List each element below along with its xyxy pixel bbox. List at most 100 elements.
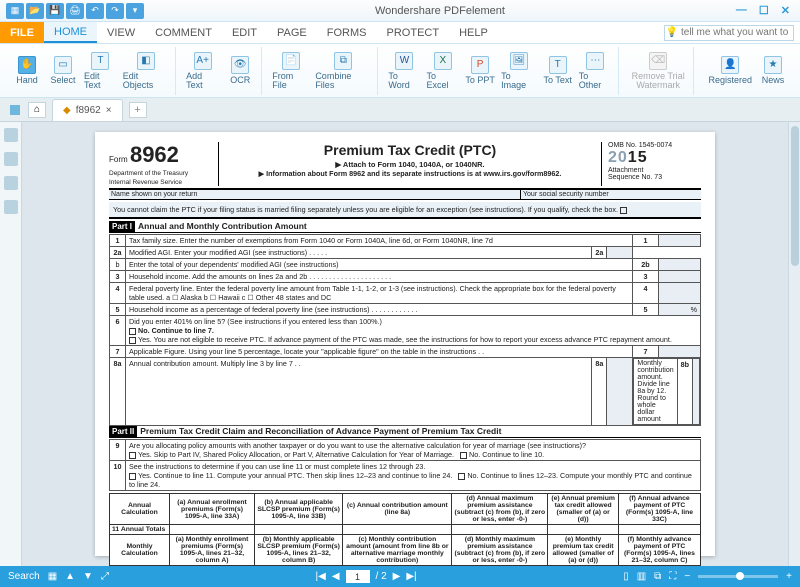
next-page-button[interactable]: ▶ [393, 571, 401, 582]
tab-edit[interactable]: EDIT [222, 22, 267, 43]
line7-box[interactable] [658, 346, 700, 358]
close-tab-icon[interactable]: × [106, 105, 112, 116]
combine-files-button[interactable]: ⧉Combine Files [315, 52, 371, 90]
registered-button[interactable]: 👤Registered [708, 56, 752, 85]
line2b-text: Enter the total of your dependents' modi… [126, 259, 633, 271]
to-excel-button[interactable]: XTo Excel [426, 52, 459, 90]
from-file-button[interactable]: 📄From File [272, 52, 309, 90]
line5-box[interactable]: % [658, 304, 700, 316]
qat-redo-icon[interactable]: ↷ [106, 3, 124, 19]
zoom-out-button[interactable]: − [684, 571, 690, 582]
nav-expand-icon[interactable]: ⤢ [101, 571, 109, 582]
scrollbar-thumb[interactable] [791, 126, 799, 266]
line2b-box[interactable] [658, 259, 700, 271]
cell-11b[interactable] [255, 525, 343, 535]
nav-down-icon[interactable]: ▼ [83, 571, 93, 582]
tab-view[interactable]: VIEW [97, 22, 145, 43]
col-c: (c) Annual contribution amount (line 8a) [343, 494, 452, 525]
zoom-slider-handle[interactable] [736, 572, 744, 580]
view-single-icon[interactable]: ▯ [623, 571, 629, 582]
to-ppt-button[interactable]: PTo PPT [465, 56, 495, 85]
remove-watermark-button[interactable]: ⌫Remove Trial Watermark [629, 52, 688, 90]
cell-11f[interactable] [618, 525, 700, 535]
line3-box[interactable] [658, 271, 700, 283]
thumbnails-icon[interactable] [4, 128, 18, 142]
qat-more-icon[interactable]: ▾ [126, 3, 144, 19]
tell-me-input[interactable] [664, 25, 794, 41]
tab-comment[interactable]: COMMENT [145, 22, 222, 43]
registered-label: Registered [708, 76, 752, 85]
attachments-icon[interactable] [4, 200, 18, 214]
to-text-button[interactable]: TTo Text [543, 56, 573, 85]
maximize-button[interactable]: ☐ [759, 4, 769, 17]
page-canvas[interactable]: Form 8962 Department of the Treasury Int… [22, 122, 788, 566]
line8b-text: Monthly contribution amount. Divide line… [634, 359, 677, 425]
nav-grid-icon[interactable]: ▦ [48, 571, 57, 582]
document-tab[interactable]: ◆ f8962 × [52, 99, 123, 121]
col-a: (a) Annual enrollment premiums (Form(s) … [170, 494, 255, 525]
page-number-input[interactable] [346, 570, 370, 583]
new-tab-button[interactable]: + [129, 102, 147, 118]
hand-tool[interactable]: ✋Hand [12, 56, 42, 85]
close-button[interactable]: ✕ [781, 4, 790, 17]
line8b-box[interactable] [693, 359, 700, 425]
home-tab-icon[interactable]: ⌂ [28, 102, 46, 118]
bookmarks-icon[interactable] [4, 152, 18, 166]
line10-yes-checkbox[interactable] [129, 473, 136, 480]
qat-print-icon[interactable]: 🖨 [66, 3, 84, 19]
minimize-button[interactable]: — [736, 4, 747, 17]
ribbon-group-convert: WTo Word XTo Excel PTo PPT 🖼To Image TTo… [382, 47, 619, 95]
qat-undo-icon[interactable]: ↶ [86, 3, 104, 19]
file-menu[interactable]: FILE [0, 22, 44, 43]
to-word-button[interactable]: WTo Word [388, 52, 420, 90]
edit-text-tool[interactable]: TEdit Text [84, 52, 117, 90]
zoom-in-button[interactable]: + [786, 571, 792, 582]
qat-new-icon[interactable]: ▦ [6, 3, 24, 19]
select-label: Select [50, 76, 75, 85]
zoom-slider[interactable] [698, 575, 778, 578]
line6-yes-checkbox[interactable] [129, 337, 136, 344]
line6-no-checkbox[interactable] [129, 328, 136, 335]
first-page-button[interactable]: |◀ [316, 571, 326, 582]
ocr-button[interactable]: 👁OCR [225, 56, 255, 85]
news-button[interactable]: ★News [758, 56, 788, 85]
line1-box[interactable] [658, 235, 700, 247]
edit-objects-tool[interactable]: ◧Edit Objects [123, 52, 169, 90]
news-label: News [762, 76, 785, 85]
cell-11e[interactable] [548, 525, 619, 535]
last-page-button[interactable]: ▶| [406, 571, 416, 582]
line9-yes-checkbox[interactable] [129, 452, 136, 459]
search-panel-icon[interactable] [4, 176, 18, 190]
line10-no-checkbox[interactable] [458, 473, 465, 480]
qat-save-icon[interactable]: 💾 [46, 3, 64, 19]
cell-11c[interactable] [343, 525, 452, 535]
prev-page-button[interactable]: ◀ [332, 571, 340, 582]
nav-up-icon[interactable]: ▲ [65, 571, 75, 582]
view-continuous-icon[interactable]: ▥ [637, 571, 646, 582]
line9-no-checkbox[interactable] [460, 452, 467, 459]
tab-protect[interactable]: PROTECT [377, 22, 450, 43]
to-image-button[interactable]: 🖼To Image [501, 52, 537, 90]
tab-page[interactable]: PAGE [267, 22, 317, 43]
line4-box[interactable] [658, 283, 700, 304]
part1-header: Part I [109, 221, 135, 232]
bulb-icon: 💡 [666, 27, 678, 38]
cell-11d[interactable] [452, 525, 548, 535]
cell-11a[interactable] [170, 525, 255, 535]
exception-checkbox[interactable] [620, 207, 627, 214]
view-facing-icon[interactable]: ⧉ [654, 571, 661, 582]
add-text-button[interactable]: A+Add Text [186, 52, 219, 90]
col-mf: (f) Monthly advance payment of PTC (Form… [618, 535, 700, 566]
line8a-box[interactable] [607, 358, 633, 426]
qat-open-icon[interactable]: 📂 [26, 3, 44, 19]
line2a-box[interactable] [607, 247, 633, 259]
view-fullscreen-icon[interactable]: ⛶ [669, 571, 676, 582]
to-other-button[interactable]: ⋯To Other [579, 52, 612, 90]
vertical-scrollbar[interactable] [788, 122, 800, 566]
status-search[interactable]: Search [8, 571, 40, 582]
select-tool[interactable]: ▭Select [48, 56, 78, 85]
tab-home[interactable]: HOME [44, 22, 97, 43]
tab-help[interactable]: HELP [449, 22, 498, 43]
tab-forms[interactable]: FORMS [317, 22, 377, 43]
col-me: (e) Monthly premium tax credit allowed (… [548, 535, 619, 566]
